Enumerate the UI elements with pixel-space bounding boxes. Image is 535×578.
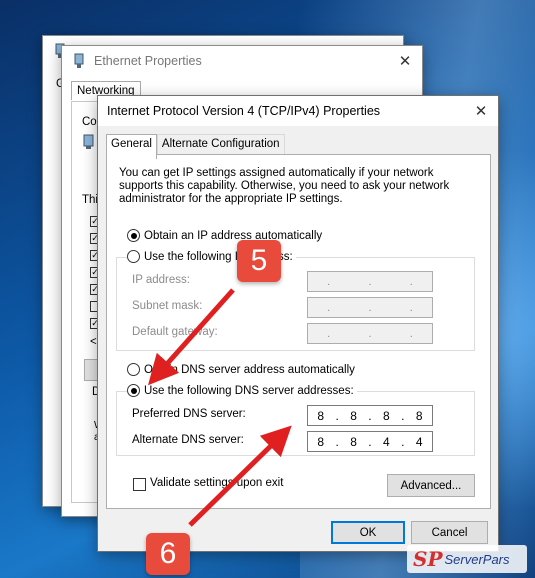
tab-bar: General Alternate Configuration: [106, 134, 285, 159]
ip-dot: .: [409, 301, 413, 314]
ip-dot: .: [409, 275, 413, 288]
ip-address-label: IP address:: [132, 274, 190, 286]
dialog-titlebar: Internet Protocol Version 4 (TCP/IPv4) P…: [98, 96, 498, 126]
dns-octet: 8: [383, 408, 390, 423]
use-dns-label: Use the following DNS server addresses:: [144, 384, 354, 397]
preferred-dns-input[interactable]: 8 . 8 . 8 . 8: [307, 405, 433, 426]
dns-octet: 8: [415, 408, 423, 423]
radio-use-ip[interactable]: [127, 250, 140, 263]
radio-use-dns[interactable]: [127, 384, 140, 397]
dns-octet: 8: [350, 408, 357, 423]
validate-settings-label: Validate settings upon exit: [150, 477, 284, 489]
logo-mark: SP: [413, 547, 443, 571]
dialog-title: Internet Protocol Version 4 (TCP/IPv4) P…: [107, 104, 381, 118]
dns-octet: 8: [317, 434, 325, 449]
general-panel: You can get IP settings assigned automat…: [106, 154, 491, 509]
default-gateway-label: Default gateway:: [132, 326, 218, 338]
tab-alternate-configuration[interactable]: Alternate Configuration: [156, 134, 285, 155]
subnet-mask-label: Subnet mask:: [132, 300, 203, 312]
ip-dot: .: [327, 275, 331, 288]
radio-obtain-ip-auto[interactable]: [127, 229, 140, 242]
ok-button[interactable]: OK: [331, 521, 405, 544]
ip-dot: .: [368, 301, 372, 314]
validate-settings-checkbox[interactable]: [133, 478, 146, 491]
components-label-fragment: Thi: [82, 194, 98, 206]
radio-obtain-dns-auto[interactable]: [127, 363, 140, 376]
dns-dot: .: [335, 408, 339, 423]
description-text: You can get IP settings assigned automat…: [119, 167, 450, 205]
dns-octet: 4: [383, 434, 390, 449]
ip-dot: .: [409, 327, 413, 340]
dns-dot: .: [368, 434, 372, 449]
logo-text: ServerPars: [444, 551, 510, 567]
subnet-mask-input[interactable]: ...: [307, 297, 433, 318]
dns-octet: 8: [350, 434, 357, 449]
dns-dot: .: [401, 434, 405, 449]
tab-general[interactable]: General: [106, 134, 157, 159]
dns-dot: .: [368, 408, 372, 423]
dns-dot: .: [401, 408, 405, 423]
step-6-badge: 6: [146, 533, 190, 575]
default-gateway-input[interactable]: ...: [307, 323, 433, 344]
serverpars-logo: SP ServerPars: [407, 545, 527, 573]
alternate-dns-label: Alternate DNS server:: [132, 434, 244, 446]
close-icon[interactable]: ✕: [388, 46, 422, 76]
ethernet-titlebar: Ethernet Properties ✕: [62, 46, 422, 76]
network-adapter-icon: [74, 53, 84, 68]
obtain-dns-auto-option[interactable]: Obtain DNS server address automatically: [127, 363, 355, 376]
ipv4-properties-dialog: Internet Protocol Version 4 (TCP/IPv4) P…: [97, 95, 499, 552]
adapter-icon: [83, 134, 94, 149]
scroll-left-arrow[interactable]: <: [90, 336, 97, 348]
obtain-ip-auto-label: Obtain an IP address automatically: [144, 229, 323, 242]
ip-dot: .: [327, 301, 331, 314]
connect-label-fragment: Co: [82, 116, 97, 128]
dns-octet: 4: [415, 434, 423, 449]
ethernet-title: Ethernet Properties: [94, 54, 202, 68]
ip-dot: .: [327, 327, 331, 340]
ip-address-input[interactable]: ...: [307, 271, 433, 292]
alternate-dns-input[interactable]: 8 . 8 . 4 . 4: [307, 431, 433, 452]
close-icon[interactable]: ✕: [464, 96, 498, 126]
dns-dot: .: [335, 434, 339, 449]
obtain-dns-auto-label: Obtain DNS server address automatically: [144, 363, 355, 376]
use-dns-option[interactable]: Use the following DNS server addresses:: [127, 384, 357, 397]
dns-octet: 8: [317, 408, 325, 423]
preferred-dns-label: Preferred DNS server:: [132, 408, 246, 420]
advanced-button[interactable]: Advanced...: [387, 474, 475, 497]
obtain-ip-auto-option[interactable]: Obtain an IP address automatically: [127, 229, 322, 242]
step-5-badge: 5: [237, 240, 281, 282]
ip-dot: .: [368, 327, 372, 340]
ip-dot: .: [368, 275, 372, 288]
cancel-button[interactable]: Cancel: [411, 521, 488, 544]
